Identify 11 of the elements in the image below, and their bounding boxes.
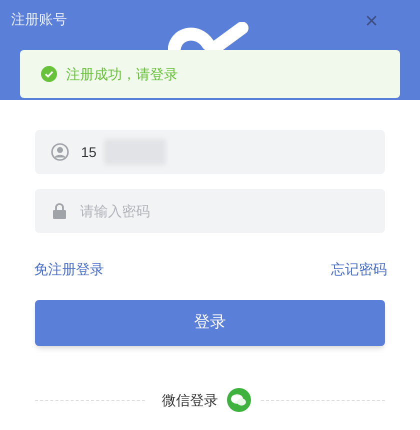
password-field[interactable]: 请输入密码 <box>35 189 385 233</box>
check-circle-icon <box>41 66 57 82</box>
forgot-password-link[interactable]: 忘记密码 <box>331 259 387 280</box>
guest-login-link[interactable]: 免注册登录 <box>34 259 104 280</box>
window-title: 注册账号 <box>11 10 67 29</box>
login-button[interactable]: 登录 <box>35 300 385 346</box>
toast-message: 注册成功，请登录 <box>66 64 178 84</box>
wechat-login-label: 微信登录 <box>162 390 218 410</box>
lock-icon <box>53 203 66 219</box>
chat-bubble-icon[interactable] <box>227 388 251 412</box>
user-icon <box>51 143 69 161</box>
